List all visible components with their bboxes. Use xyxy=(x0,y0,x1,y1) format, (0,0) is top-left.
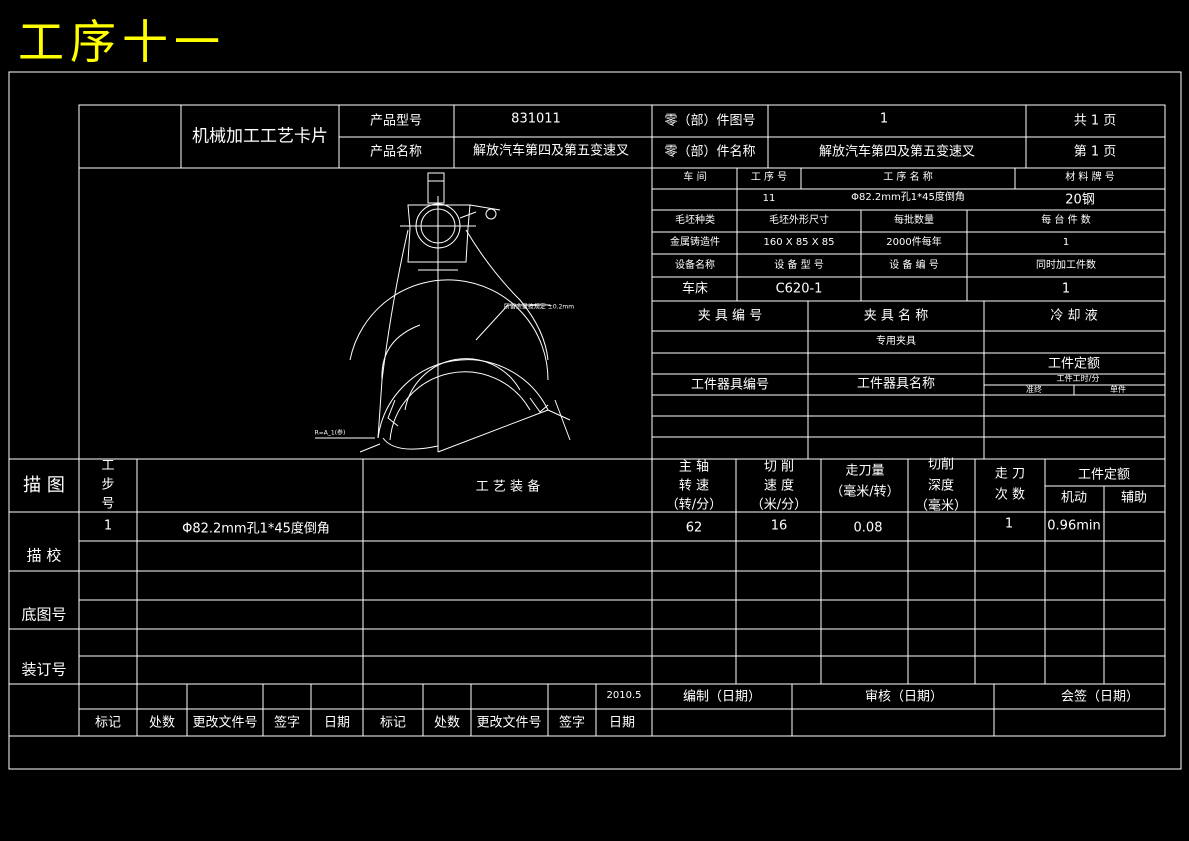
material-value: 20钢 xyxy=(1065,192,1095,208)
footer-mark-2: 标记 xyxy=(379,715,407,731)
part-drawing-no-label: 零（部）件图号 xyxy=(664,113,756,129)
total-pages: 共 1 页 xyxy=(1073,113,1117,129)
step-row-passes: 1 xyxy=(1004,516,1014,532)
depth-label-2: 深度 xyxy=(927,478,955,494)
card-title: 机械加工工艺卡片 xyxy=(192,126,328,147)
process-card-grid xyxy=(8,71,1182,770)
footer-count-1: 处数 xyxy=(148,715,176,731)
equipment-no-label: 设 备 编 号 xyxy=(889,260,939,271)
footer-day-2: 日期 xyxy=(608,715,636,731)
part-name-label: 零（部）件名称 xyxy=(664,144,756,160)
step-no-label: 工 步 号 xyxy=(101,458,115,512)
footer-compiled: 编制（日期） xyxy=(682,689,762,705)
time-unit-label: 工件工时/分 xyxy=(1056,374,1100,383)
spindle-label-3: （转/分） xyxy=(665,497,723,513)
footer-mark-1: 标记 xyxy=(94,715,122,731)
aux-time-label: 辅助 xyxy=(1120,490,1148,506)
process-name-label: 工 序 名 称 xyxy=(883,172,933,183)
step-row-content: Φ82.2mm孔1*45度倒角 xyxy=(182,521,330,537)
footer-sign-1: 签字 xyxy=(273,715,301,731)
drawing-note-left: R=A_1(参) xyxy=(314,429,346,437)
page-no: 第 1 页 xyxy=(1073,144,1117,160)
equipment-col-label: 工 艺 装 备 xyxy=(475,479,541,495)
product-model-label: 产品型号 xyxy=(369,113,423,129)
cut-speed-label-3: （米/分） xyxy=(750,497,808,513)
part-drawing-no-value: 1 xyxy=(879,111,889,127)
passes-label-1: 走 刀 xyxy=(994,466,1026,482)
equipment-model-label: 设 备 型 号 xyxy=(774,260,824,271)
product-model-value: 831011 xyxy=(511,111,561,127)
footer-countersign: 会签（日期） xyxy=(1060,689,1140,705)
step-row-no: 1 xyxy=(103,518,113,534)
per-unit-value: 1 xyxy=(1062,237,1070,248)
fixture-name-value: 专用夹具 xyxy=(876,336,916,347)
material-label: 材 料 牌 号 xyxy=(1065,172,1115,183)
part-name-value: 解放汽车第四及第五变速叉 xyxy=(818,144,976,160)
fixture-name-label: 夹 具 名 称 xyxy=(863,308,929,324)
footer-sign-2: 签字 xyxy=(558,715,586,731)
batch-label: 每批数量 xyxy=(894,215,934,226)
step-row-machine-time: 0.96min xyxy=(1047,518,1101,534)
footer-day-1: 日期 xyxy=(323,715,351,731)
blank-size-label: 毛坯外形尺寸 xyxy=(769,215,829,226)
simultaneous-label: 同时加工件数 xyxy=(1036,260,1096,271)
footer-change-doc-1: 更改文件号 xyxy=(192,715,258,731)
spindle-label-2: 转 速 xyxy=(678,478,710,494)
cut-speed-label-1: 切 削 xyxy=(763,459,795,475)
prep-label: 准终 xyxy=(1026,385,1042,394)
step-row-speed: 16 xyxy=(770,518,788,534)
feed-label-1: 走刀量 xyxy=(845,463,885,479)
blank-type-label: 毛坯种类 xyxy=(675,215,715,226)
side-check-label: 描 校 xyxy=(26,546,62,565)
step-row-spindle: 62 xyxy=(685,520,703,536)
process-name-value: Φ82.2mm孔1*45度倒角 xyxy=(851,192,965,203)
side-base-no-label: 底图号 xyxy=(21,605,67,624)
per-unit-label: 每 台 件 数 xyxy=(1041,215,1091,226)
drawing-note-right: 所留余量按规定 ±0.2mm xyxy=(503,303,575,311)
side-draw-label: 描 图 xyxy=(23,475,65,496)
depth-label-3: （毫米） xyxy=(914,498,968,514)
product-name-value: 解放汽车第四及第五变速叉 xyxy=(472,143,630,159)
equipment-name-value: 车床 xyxy=(681,281,709,297)
tool-name-label: 工件器具名称 xyxy=(856,376,936,392)
fixture-no-label: 夹 具 编 号 xyxy=(697,308,763,324)
passes-label-2: 次 数 xyxy=(994,487,1026,503)
time-quota-label: 工件定额 xyxy=(1047,356,1101,372)
equipment-model-value: C620-1 xyxy=(775,281,823,297)
product-name-label: 产品名称 xyxy=(369,144,423,160)
quota-label: 工件定额 xyxy=(1077,467,1131,483)
workshop-label: 车 间 xyxy=(683,172,707,183)
tool-no-label: 工件器具编号 xyxy=(690,377,770,393)
side-binding-no-label: 装订号 xyxy=(21,660,67,679)
footer-count-2: 处数 xyxy=(433,715,461,731)
process-no-value: 11 xyxy=(762,193,776,204)
simultaneous-value: 1 xyxy=(1061,281,1071,297)
footer-date: 2010.5 xyxy=(606,690,642,701)
footer-reviewed: 审核（日期） xyxy=(864,689,944,705)
cut-speed-label-2: 速 度 xyxy=(763,478,795,494)
step-row-feed: 0.08 xyxy=(853,520,883,536)
single-label: 单件 xyxy=(1110,385,1126,394)
machine-time-label: 机动 xyxy=(1060,490,1088,506)
batch-value: 2000件每年 xyxy=(886,237,942,248)
equipment-name-label: 设备名称 xyxy=(675,260,715,271)
feed-label-2: （毫米/转） xyxy=(830,484,900,500)
footer-change-doc-2: 更改文件号 xyxy=(476,715,542,731)
depth-label-1: 切削 xyxy=(927,457,955,473)
blank-type-value: 金属铸造件 xyxy=(670,237,720,248)
part-drawing xyxy=(315,172,571,453)
process-no-label: 工 序 号 xyxy=(750,172,788,183)
coolant-label: 冷 却 液 xyxy=(1050,308,1098,324)
spindle-label-1: 主 轴 xyxy=(678,459,710,475)
blank-size-value: 160 X 85 X 85 xyxy=(763,237,835,248)
